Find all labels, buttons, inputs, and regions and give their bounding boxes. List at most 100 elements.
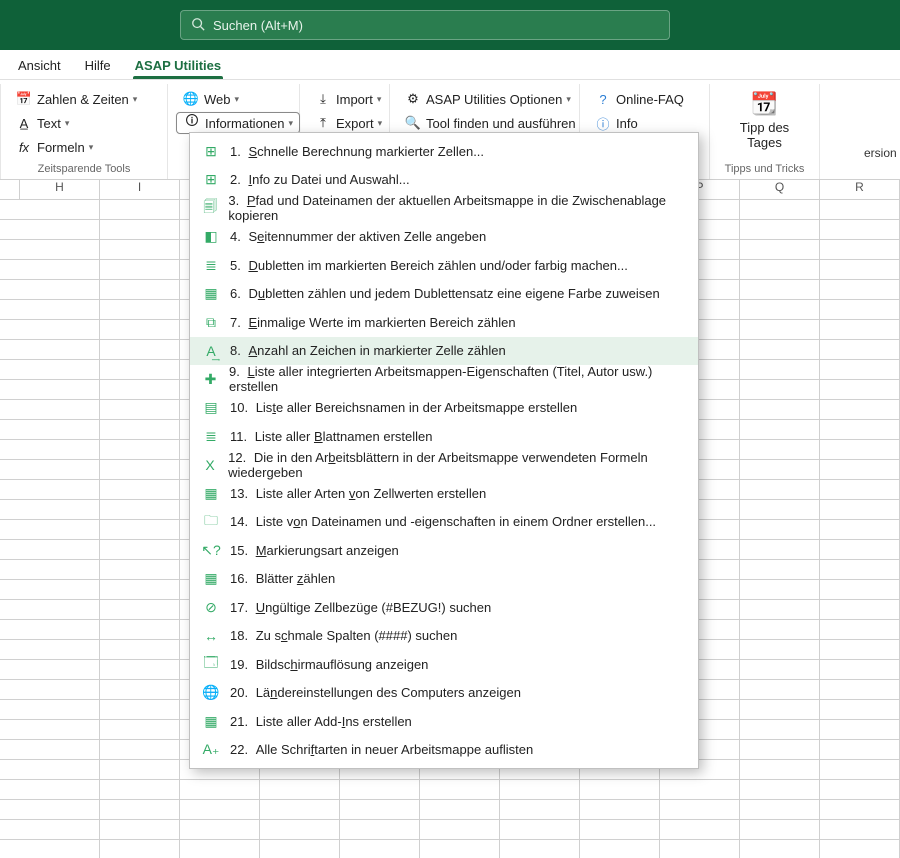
online-faq-button[interactable]: ? Online-FAQ [588, 88, 690, 110]
search-icon: 🔍 [404, 115, 422, 131]
menu-item-8[interactable]: A͢ 8. Anzahl an Zeichen in markierter Zel… [190, 337, 698, 366]
menu-item-icon: 🌐 [200, 684, 222, 702]
col-header[interactable]: R [820, 180, 900, 199]
menu-item-18[interactable]: ↔18. Zu schmale Spalten (####) suchen [190, 622, 698, 651]
menu-item-6[interactable]: ▦6. Dubletten zählen und jedem Dubletten… [190, 280, 698, 309]
tab-asap-utilities[interactable]: ASAP Utilities [125, 52, 231, 79]
menu-item-label: 19. Bildschirmauflösung anzeigen [230, 657, 428, 672]
info-icon: ⓘ [594, 114, 612, 133]
group-caption-tipps: Tipps und Tricks [718, 161, 811, 177]
web-label: Web [204, 92, 231, 107]
row-header-gutter [0, 180, 20, 199]
chevron-down-icon: ▾ [65, 118, 70, 129]
menu-item-label: 14. Liste von Dateinamen und -eigenschaf… [230, 514, 656, 529]
informationen-dropdown: ⊞ 1. Schnelle Berechnung markierter Zelle… [189, 132, 699, 769]
menu-item-icon: ▤ [200, 399, 222, 417]
menu-item-icon: ≣ [200, 427, 222, 445]
globe-icon: 🌐 [182, 91, 200, 107]
menu-item-icon: ⊞ [200, 142, 222, 160]
menu-item-20[interactable]: 🌐20. Ländereinstellungen des Computers a… [190, 679, 698, 708]
menu-item-icon: A͢ [200, 342, 222, 360]
menu-item-14[interactable]: 🗀 14. Liste von Dateinamen und -eigenscha… [190, 508, 698, 537]
menu-item-label: 13. Liste aller Arten von Zellwerten ers… [230, 486, 486, 501]
info-button[interactable]: ⓘ Info [588, 112, 690, 134]
zahlen-label: Zahlen & Zeiten [37, 92, 129, 107]
fx-icon: fx [15, 140, 33, 155]
menu-item-label: 22. Alle Schriftarten in neuer Arbeitsma… [230, 742, 533, 757]
search-icon [191, 17, 205, 34]
menu-item-icon: ✚ [200, 370, 221, 388]
menu-item-1[interactable]: ⊞ 1. Schnelle Berechnung markierter Zelle… [190, 137, 698, 166]
menu-item-15[interactable]: ↖?15. Markierungsart anzeigen [190, 536, 698, 565]
menu-item-4[interactable]: ◧4. Seitennummer der aktiven Zelle angeb… [190, 223, 698, 252]
menu-item-16[interactable]: ▦ 16. Blätter zählen [190, 565, 698, 594]
text-label: Text [37, 116, 61, 131]
search-placeholder: Suchen (Alt+M) [213, 18, 303, 33]
menu-item-icon: 🗀 [200, 513, 222, 531]
chevron-down-icon: ▾ [89, 142, 94, 153]
tipp-line1: Tipp des [740, 120, 789, 136]
export-button[interactable]: ⤒ Export ▾ [308, 112, 388, 134]
menu-item-icon: ⧉ [200, 313, 222, 331]
tab-ansicht[interactable]: Ansicht [8, 52, 71, 79]
menu-item-17[interactable]: ⊘ 17. Ungültige Zellbezüge (#BEZUG!) such… [190, 593, 698, 622]
menu-item-3[interactable]: 🗐 3. Pfad und Dateinamen der aktuellen Ar… [190, 194, 698, 223]
zahlen-zeiten-button[interactable]: 📅 Zahlen & Zeiten ▾ [9, 88, 143, 110]
ribbon-group-zeitsparende: 📅 Zahlen & Zeiten ▾ A̲ Text ▾ fx Formeln… [0, 84, 168, 179]
menu-item-icon: ▦ [200, 570, 222, 588]
import-button[interactable]: ⤓ Import ▾ [308, 88, 388, 110]
menu-item-21[interactable]: ▦21. Liste aller Add-Ins erstellen [190, 707, 698, 736]
titlebar: Suchen (Alt+M) [0, 0, 900, 50]
menu-item-label: 7. Einmalige Werte im markierten Bereich… [230, 315, 516, 330]
help-icon: ? [594, 92, 612, 107]
menu-item-label: 16. Blätter zählen [230, 571, 335, 586]
menu-item-label: 18. Zu schmale Spalten (####) suchen [230, 628, 457, 643]
informationen-button[interactable]: 🛈 Informationen ▾ [176, 112, 300, 134]
menu-item-icon: 🗔 [200, 655, 222, 673]
menu-item-label: 15. Markierungsart anzeigen [230, 543, 399, 558]
text-button[interactable]: A̲ Text ▾ [9, 112, 143, 134]
menu-item-icon: ⊘ [200, 598, 222, 616]
menu-item-label: 17. Ungültige Zellbezüge (#BEZUG!) suche… [230, 600, 491, 615]
menu-item-7[interactable]: ⧉ 7. Einmalige Werte im markierten Bereic… [190, 308, 698, 337]
menu-item-22[interactable]: A₊ 22. Alle Schriftarten in neuer Arbeits… [190, 736, 698, 765]
menu-item-icon: X [200, 456, 220, 474]
menu-item-label: 9. Liste aller integrierten Arbeitsmappe… [229, 364, 684, 394]
formeln-button[interactable]: fx Formeln ▾ [9, 136, 143, 158]
menu-item-icon: ⊞ [200, 171, 222, 189]
menu-item-10[interactable]: ▤10. Liste aller Bereichsnamen in der Ar… [190, 394, 698, 423]
export-icon: ⤒ [314, 115, 332, 131]
search-box[interactable]: Suchen (Alt+M) [180, 10, 670, 40]
col-header[interactable]: I [100, 180, 180, 199]
col-header[interactable]: Q [740, 180, 820, 199]
menu-item-label: 3. Pfad und Dateinamen der aktuellen Arb… [228, 193, 684, 223]
menu-item-19[interactable]: 🗔 19. Bildschirmauflösung anzeigen [190, 650, 698, 679]
menu-item-13[interactable]: ▦13. Liste aller Arten von Zellwerten er… [190, 479, 698, 508]
group-caption-zeitsparende: Zeitsparende Tools [9, 161, 159, 177]
chevron-down-icon: ▾ [378, 118, 383, 129]
text-icon: A̲ [15, 116, 33, 131]
menu-item-11[interactable]: ≣11. Liste aller Blattnamen erstellen [190, 422, 698, 451]
tool-finden-button[interactable]: 🔍 Tool finden und ausführen [398, 112, 582, 134]
tipp-line2: Tages [747, 135, 782, 151]
menu-item-9[interactable]: ✚ 9. Liste aller integrierten Arbeitsmapp… [190, 365, 698, 394]
menu-item-12[interactable]: X12. Die in den Arbeitsblättern in der A… [190, 451, 698, 480]
menu-item-label: 21. Liste aller Add-Ins erstellen [230, 714, 412, 729]
informationen-label: Informationen [205, 116, 285, 131]
menu-item-label: 1. Schnelle Berechnung markierter Zellen… [230, 144, 484, 159]
asap-options-label: ASAP Utilities Optionen [426, 92, 562, 107]
menu-item-5[interactable]: ≣5. Dubletten im markierten Bereich zähl… [190, 251, 698, 280]
tab-hilfe[interactable]: Hilfe [75, 52, 121, 79]
formeln-label: Formeln [37, 140, 85, 155]
calendar-tip-icon: 📆 [751, 91, 778, 117]
menu-item-label: 6. Dubletten zählen und jedem Dublettens… [230, 286, 660, 301]
menu-item-icon: 🗐 [200, 199, 220, 217]
menu-item-icon: A₊ [200, 741, 222, 759]
import-icon: ⤓ [314, 91, 332, 107]
tipp-des-tages-button[interactable]: 📆 Tipp des Tages [725, 86, 805, 156]
menu-item-2[interactable]: ⊞2. Info zu Datei und Auswahl... [190, 166, 698, 195]
web-button[interactable]: 🌐 Web ▾ [176, 88, 300, 110]
menu-item-label: 8. Anzahl an Zeichen in markierter Zelle… [230, 343, 506, 358]
asap-options-button[interactable]: ⚙ ASAP Utilities Optionen ▾ [398, 88, 582, 110]
col-header[interactable]: H [20, 180, 100, 199]
